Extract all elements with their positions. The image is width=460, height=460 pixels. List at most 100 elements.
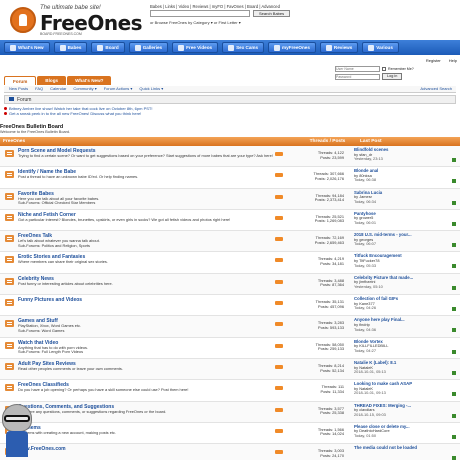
subnav-advanced-search[interactable]: Advanced Search [420,86,456,92]
rss-icon[interactable] [275,338,303,358]
announcement-item[interactable]: Get a sneak peek in to the all new FreeO… [4,111,456,116]
home-icon[interactable] [9,97,14,101]
forum-title[interactable]: www.FreeOnes.com [18,446,275,452]
forum-row: www.FreeOnes.com Threads: 3,003 Posts: 24,… [0,444,460,460]
rss-icon[interactable] [275,189,303,209]
go-to-last-post-icon[interactable] [452,264,456,269]
rss-icon[interactable] [275,359,303,379]
nav-various[interactable]: Various [362,42,399,53]
nav-galleries[interactable]: Galleries [128,42,169,53]
last-post: THREAD FIXES: Merging -... by clavdiars 20… [348,402,460,422]
go-to-last-post-icon[interactable] [452,307,456,312]
forum-info: Watch that Video Anything that has to do … [18,338,275,358]
forum-description: Trying to find a certain scene? Or want … [18,153,273,158]
go-to-last-post-icon[interactable] [452,285,456,290]
forum-title[interactable]: Funny Pictures and Videos [18,297,275,303]
go-to-last-post-icon[interactable] [452,243,456,248]
go-to-last-post-icon[interactable] [452,434,456,439]
forum-status-icon [0,338,18,358]
forum-row: Questions, Comments, and Suggestions Post… [0,401,460,423]
nav-reviews[interactable]: Reviews [319,42,359,53]
rss-icon[interactable] [275,316,303,336]
register-link[interactable]: Register [426,58,441,63]
forum-info: Identify / Name the Babe Post a thread to… [18,167,275,187]
tab-forum[interactable]: Forum [4,76,37,85]
rss-icon[interactable] [275,402,303,422]
nav-sex-cams[interactable]: Sex Cams [222,42,265,53]
rss-icon[interactable] [275,167,303,187]
login-button[interactable]: Log in [382,73,403,80]
nav-whats-new[interactable]: What's New [4,42,50,53]
post-count: Posts: 457,096 [318,303,344,309]
forum-row: Celebrity News Post funny or interesting … [0,273,460,296]
last-post: Blonde Vortex by KILLFILLEDBILL Today, 04:… [348,338,460,358]
browse-line[interactable]: or Browse FreeOnes by Category ▾ or Firs… [150,20,241,25]
col-forum: FreeOnes [3,139,26,144]
rss-icon[interactable] [275,423,303,443]
nav-board[interactable]: Board [91,42,125,53]
last-post-title[interactable]: The media could not be loaded [354,446,460,451]
search-button[interactable]: Search Babes [253,10,291,17]
mascot-glasses [4,415,30,422]
video-icon [178,44,185,51]
rss-icon[interactable] [275,231,303,251]
forum-subforums[interactable]: Sub-Forums: Official Checked Star Member… [18,200,275,205]
nav-label: Free Videos [186,45,213,50]
search-input[interactable] [150,10,250,17]
last-post-date: Today, 06:01 [354,220,376,226]
nav-babes[interactable]: Babes [53,42,88,53]
post-count: Posts: 25,338 [320,410,344,416]
go-to-last-post-icon[interactable] [452,413,456,418]
tab-blogs[interactable]: Blogs [37,76,67,85]
go-to-last-post-icon[interactable] [452,370,456,375]
subnav-quick-links[interactable]: Quick Links ▾ [139,86,163,92]
post-count: Posts: 24,170 [320,452,344,458]
password-field[interactable] [335,73,380,80]
remember-checkbox[interactable] [382,67,386,71]
table-header: FreeOnes Threads / Posts Last Post [0,137,460,146]
forum-subforums[interactable]: Sub-Forums: Politics and Religion, Sport… [18,243,275,248]
go-to-last-post-icon[interactable] [452,158,456,162]
rss-icon[interactable] [275,210,303,230]
go-to-last-post-icon[interactable] [452,328,456,333]
subnav-forum-actions[interactable]: Forum Actions ▾ [104,86,133,92]
username-field[interactable] [335,66,380,72]
go-to-last-post-icon[interactable] [452,179,456,184]
forum-info: Questions, Comments, and Suggestions Post… [18,402,275,422]
subnav-calendar[interactable]: Calendar [50,86,66,92]
rss-icon[interactable] [275,380,303,400]
nav-myfreeones[interactable]: myFreeOnes [268,42,316,53]
rss-icon[interactable] [275,274,303,294]
go-to-last-post-icon[interactable] [452,221,456,226]
post-count: Posts: 1,269,083 [314,218,344,224]
rss-icon[interactable] [275,444,303,460]
forum-description: Do you have a job opening? Or perhaps yo… [18,387,189,393]
nav-free-videos[interactable]: Free Videos [172,42,219,53]
forum-subforums[interactable]: Sub-Forums: Full Length Porn Videos [18,349,275,354]
subnav-new-posts[interactable]: New Posts [9,86,28,92]
go-to-last-post-icon[interactable] [452,200,456,205]
forum-subforums[interactable]: Sub-Forums: Word Games [18,328,275,333]
breadcrumb-label[interactable]: Forum [17,97,31,103]
last-post: Anyone here play Final... by findrip Today… [348,316,460,336]
forum-row: Favorite Babes Here you can talk about al… [0,188,460,210]
top-links[interactable]: Babes | Links | Video | Reviews | myFO |… [150,4,280,9]
subnav-faq[interactable]: FAQ [35,86,43,92]
help-link[interactable]: Help [449,58,457,63]
go-to-last-post-icon[interactable] [452,392,456,397]
forum-row: Niche and Fetish Corner Got a particular … [0,209,460,232]
tab-whats-new[interactable]: What's New? [67,76,112,85]
go-to-last-post-icon[interactable] [452,456,456,460]
forum-status-icon [0,274,18,294]
last-post-date: Today, 01:50 [354,433,376,439]
subnav-community[interactable]: Community ▾ [73,86,96,92]
rss-icon[interactable] [275,295,303,315]
forum-stats: Threads: 3,488 Posts: 87,364 [303,274,348,294]
nav-label: Board [105,45,119,50]
forum-status-icon [0,189,18,209]
rss-icon[interactable] [275,252,303,272]
forum-rows: Porn Scene and Model Requests Trying to f… [0,146,460,460]
rss-icon[interactable] [275,146,303,166]
go-to-last-post-icon[interactable] [452,349,456,354]
site-logo[interactable]: The ultimate babe site! FreeOnes BOARD.F… [10,3,143,37]
